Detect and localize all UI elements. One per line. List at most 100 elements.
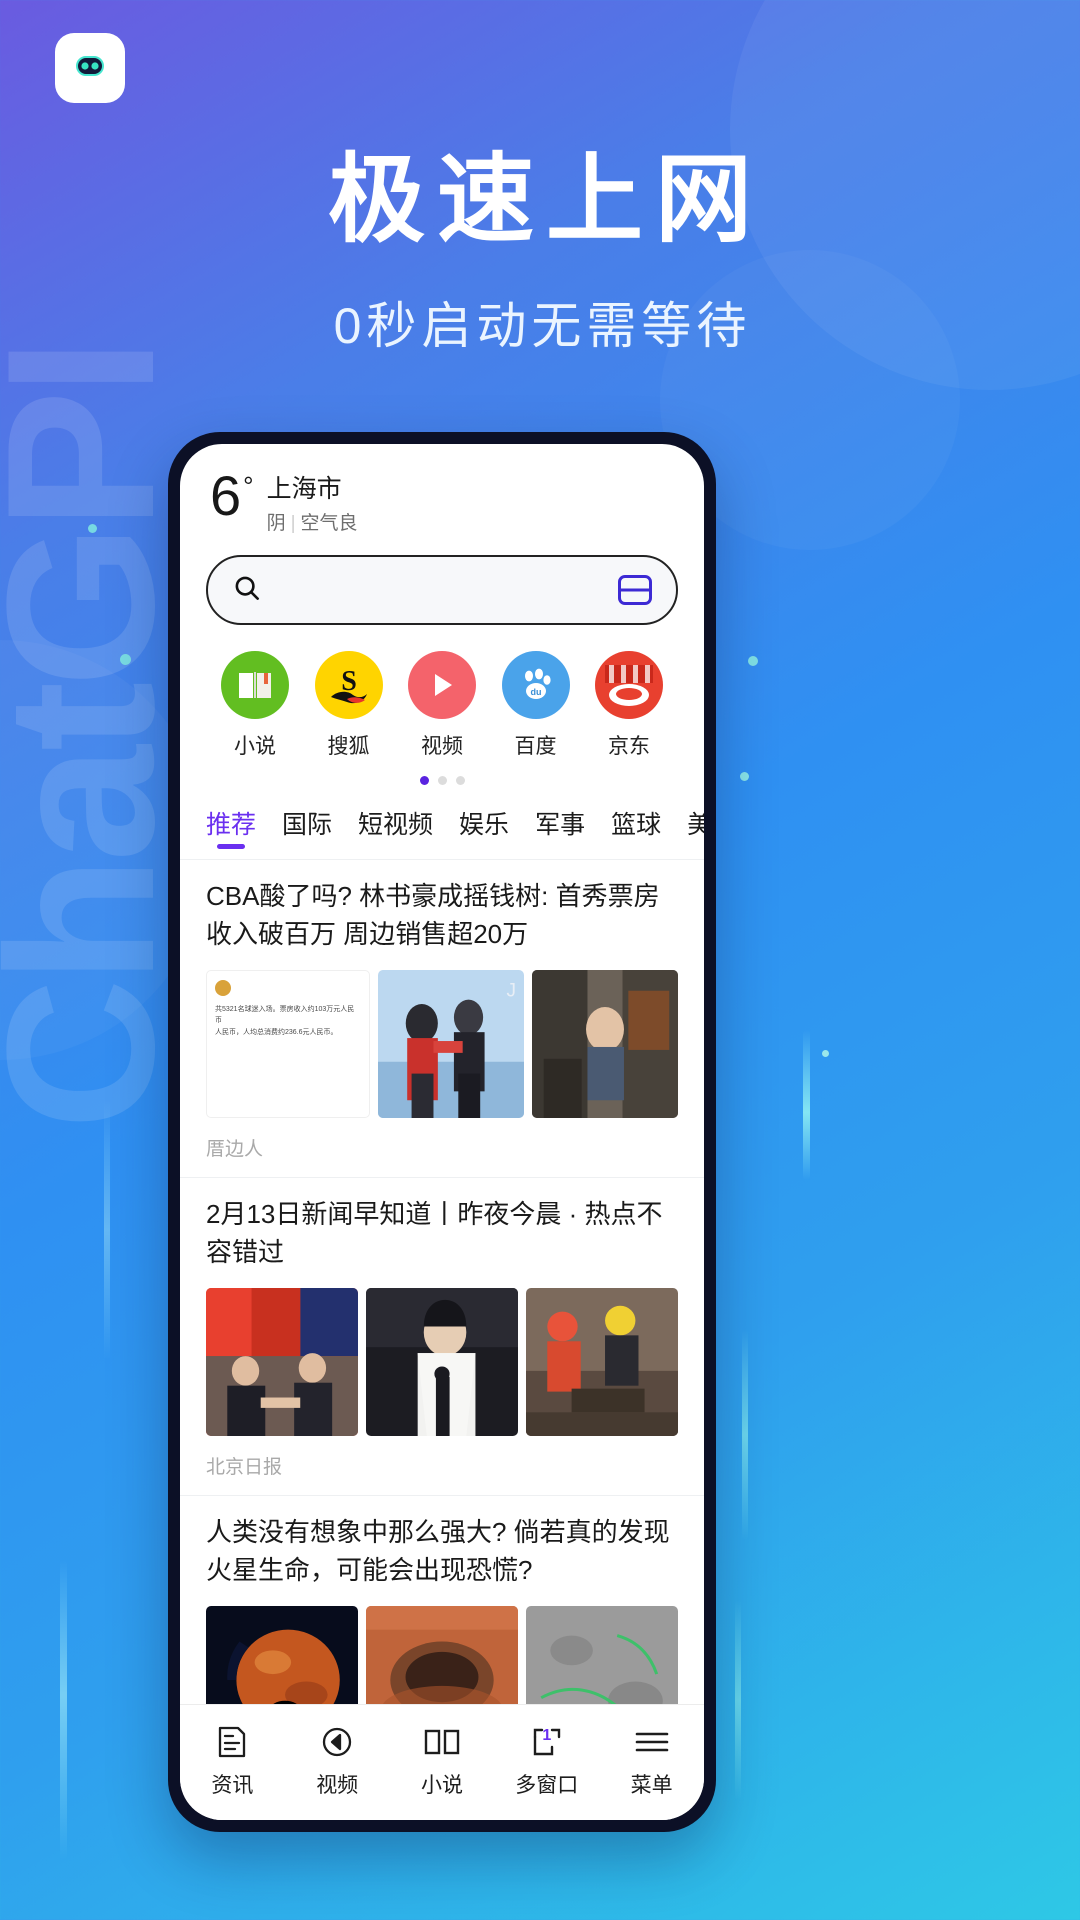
news-title: 2月13日新闻早知道丨昨夜今晨 · 热点不容错过 xyxy=(206,1199,663,1268)
news-thumb-photo[interactable] xyxy=(366,1605,518,1704)
pager-dot[interactable] xyxy=(437,776,447,786)
tab-guoji[interactable]: 国际 xyxy=(282,805,332,855)
card-avatar-icon xyxy=(215,980,231,997)
open-book-icon xyxy=(394,1721,490,1763)
shortcut-pager[interactable] xyxy=(180,776,704,786)
nav-item-caidan[interactable]: 菜单 xyxy=(604,1721,700,1799)
shortcut-app-shipin[interactable]: 视频 xyxy=(401,651,483,760)
weather-condition-line: 阴 | 空气良 xyxy=(267,508,358,535)
decor-dot xyxy=(740,772,749,781)
shortcut-label: 百度 xyxy=(514,735,557,759)
decor-dot xyxy=(822,1050,829,1057)
category-tabs: 推荐 国际 短视频 娱乐 军事 篮球 美食 十 xyxy=(180,785,704,861)
search-bar[interactable] xyxy=(206,555,678,626)
hero-title: 极速上网 xyxy=(328,145,764,254)
nav-item-shipin[interactable]: 视频 xyxy=(289,1721,385,1799)
tab-lanqiu[interactable]: 篮球 xyxy=(611,805,661,855)
news-item[interactable]: 2月13日新闻早知道丨昨夜今晨 · 热点不容错过 北京日报 xyxy=(180,1178,704,1497)
back-circle-icon xyxy=(289,1721,385,1763)
card-text-2: 人民币，人均总消费约236.6元人民币。 xyxy=(215,1028,338,1036)
decor-dot xyxy=(120,654,131,665)
news-thumbnails: 共5321名球迷入场。票房收入约103万元人民币 人民币，人均总消费约236.6… xyxy=(206,970,678,1119)
shortcut-apps-row: 小说 S 搜狐 视频 du 百度 京东 xyxy=(180,625,704,760)
weather-air-quality: 空气良 xyxy=(300,513,358,535)
decor-beam xyxy=(735,1600,741,1800)
news-thumb-photo[interactable] xyxy=(366,1288,518,1437)
news-title: CBA酸了吗? 林书豪成摇钱树: 首秀票房收入破百万 周边销售超20万 xyxy=(206,881,660,950)
news-thumb-photo[interactable] xyxy=(206,1605,358,1704)
phone-mockup: 6 ° 上海市 阴 | 空气良 小说 S 搜狐 视频 du 百度 京东 推荐 国… xyxy=(168,432,716,1832)
shortcut-label: 搜狐 xyxy=(327,735,370,759)
news-title: 人类没有想象中那么强大? 倘若真的发现火星生命，可能会出现恐慌? xyxy=(206,1517,670,1586)
bottom-navigation: 资讯 视频 小说 1 多窗口 菜单 xyxy=(180,1704,704,1820)
news-thumbnails xyxy=(206,1288,678,1437)
shortcut-label: 小说 xyxy=(234,735,276,759)
nav-label: 资讯 xyxy=(211,1773,254,1797)
app-logo[interactable] xyxy=(55,33,125,103)
news-thumb-card[interactable]: 共5321名球迷入场。票房收入约103万元人民币 人民币，人均总消费约236.6… xyxy=(206,970,370,1119)
robot-logo-icon xyxy=(62,43,118,94)
news-feed[interactable]: CBA酸了吗? 林书豪成摇钱树: 首秀票房收入破百万 周边销售超20万 共532… xyxy=(180,860,704,1704)
news-thumb-photo[interactable] xyxy=(532,970,678,1119)
jd-icon xyxy=(595,651,663,720)
tab-duanshipin[interactable]: 短视频 xyxy=(358,805,433,855)
degree-symbol: ° xyxy=(243,471,253,502)
shortcut-label: 京东 xyxy=(608,735,650,759)
play-icon xyxy=(408,651,476,720)
tab-yule[interactable]: 娱乐 xyxy=(459,805,509,855)
news-source: 厝边人 xyxy=(206,1139,264,1161)
nav-label: 视频 xyxy=(316,1773,359,1797)
nav-label: 菜单 xyxy=(630,1773,673,1797)
baidu-paw-icon: du xyxy=(501,651,570,720)
phone-screen: 6 ° 上海市 阴 | 空气良 小说 S 搜狐 视频 du 百度 京东 推荐 国… xyxy=(180,444,704,1820)
decor-beam xyxy=(104,1100,110,1360)
weather-condition: 阴 xyxy=(266,513,286,535)
shortcut-app-xiaoshuo[interactable]: 小说 xyxy=(214,651,296,760)
weather-separator: | xyxy=(290,513,296,535)
decor-dot xyxy=(88,524,97,533)
hamburger-menu-icon xyxy=(604,1721,700,1763)
tab-meishi[interactable]: 美食 xyxy=(687,805,704,855)
news-thumb-photo[interactable] xyxy=(526,1288,678,1437)
sohu-icon: S xyxy=(314,651,383,720)
shortcut-label: 视频 xyxy=(421,735,463,759)
weather-meta: 上海市 阴 | 空气良 xyxy=(267,470,358,535)
decor-beam xyxy=(60,1560,67,1860)
nav-item-xiaoshuo[interactable]: 小说 xyxy=(394,1721,490,1799)
card-text-1: 共5321名球迷入场。票房收入约103万元人民币 xyxy=(215,1006,355,1025)
nav-label: 小说 xyxy=(420,1773,463,1797)
news-item[interactable]: CBA酸了吗? 林书豪成摇钱树: 首秀票房收入破百万 周边销售超20万 共532… xyxy=(180,860,704,1179)
weather-city: 上海市 xyxy=(266,475,342,503)
shortcut-app-jd[interactable]: 京东 xyxy=(588,651,670,760)
book-icon xyxy=(221,651,289,720)
nav-item-zixun[interactable]: 资讯 xyxy=(184,1721,280,1799)
svg-text:du: du xyxy=(530,687,541,697)
decor-dot xyxy=(748,656,758,666)
svg-text:J: J xyxy=(506,981,515,1002)
tab-tuijian[interactable]: 推荐 xyxy=(206,805,256,855)
decor-beam xyxy=(742,1330,748,1540)
news-thumbnails xyxy=(206,1605,678,1704)
pager-dot-active[interactable] xyxy=(419,776,429,786)
temperature-number: 6 xyxy=(210,464,241,527)
window-count-badge: 1 xyxy=(542,1726,552,1744)
windows-icon: 1 xyxy=(499,1721,595,1763)
shortcut-app-sohu[interactable]: S 搜狐 xyxy=(308,651,390,760)
news-doc-icon xyxy=(184,1721,280,1763)
qr-scan-icon[interactable] xyxy=(618,575,652,606)
temperature-value: 6 ° xyxy=(210,468,254,524)
news-thumb-photo[interactable] xyxy=(206,1288,358,1437)
tab-junshi[interactable]: 军事 xyxy=(535,805,585,855)
decor-beam xyxy=(803,1030,810,1180)
news-item[interactable]: 人类没有想象中那么强大? 倘若真的发现火星生命，可能会出现恐慌? xyxy=(180,1496,704,1704)
news-thumb-photo[interactable]: J xyxy=(378,970,524,1119)
hero-subtitle: 0秒启动无需等待 xyxy=(333,298,752,354)
shortcut-app-baidu[interactable]: du 百度 xyxy=(495,651,577,760)
news-source: 北京日报 xyxy=(206,1457,283,1479)
pager-dot[interactable] xyxy=(455,776,465,786)
nav-label: 多窗口 xyxy=(515,1773,579,1797)
weather-widget[interactable]: 6 ° 上海市 阴 | 空气良 xyxy=(180,444,704,539)
nav-item-duochuangkou[interactable]: 1 多窗口 xyxy=(499,1721,595,1799)
search-icon xyxy=(232,573,262,608)
news-thumb-photo[interactable] xyxy=(526,1605,678,1704)
